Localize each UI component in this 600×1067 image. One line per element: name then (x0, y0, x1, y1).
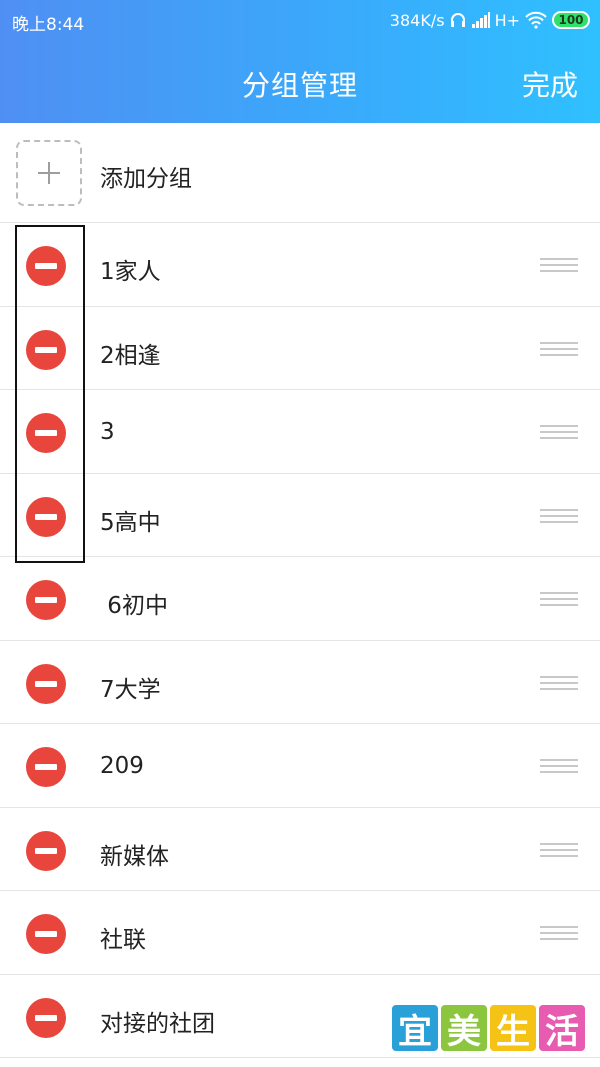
group-row: 5高中 (0, 474, 600, 557)
group-row: 新媒体 (0, 808, 600, 891)
status-bar: 晚上8:44 384K/s H+ 100 (0, 0, 600, 40)
status-icons: 384K/s H+ 100 (390, 9, 590, 31)
done-button[interactable]: 完成 (522, 64, 578, 104)
plus-icon[interactable] (16, 140, 82, 206)
drag-handle-icon[interactable] (540, 425, 578, 439)
group-label: 6初中 (100, 593, 168, 619)
headphones-icon (450, 13, 465, 27)
group-label: 1家人 (100, 259, 161, 285)
drag-handle-icon[interactable] (540, 926, 578, 940)
drag-handle-icon[interactable] (540, 508, 578, 523)
group-row: 209 (0, 724, 600, 808)
group-row: 7大学 (0, 641, 600, 724)
page-title: 分组管理 (241, 69, 358, 102)
network-speed: 384K/s (389, 10, 445, 30)
delete-icon[interactable] (26, 413, 66, 453)
group-label: 5高中 (100, 509, 161, 536)
delete-icon[interactable] (26, 246, 66, 286)
drag-handle-icon[interactable] (540, 341, 578, 356)
watermark-char: 美 (441, 1005, 487, 1052)
group-row: 2相逢 (0, 307, 600, 390)
watermark-logo: 宜 美 生 活 (392, 1005, 585, 1052)
wifi-icon (525, 11, 547, 29)
watermark-char: 活 (539, 1005, 585, 1052)
delete-icon[interactable] (26, 747, 66, 787)
delete-icon[interactable] (26, 496, 66, 537)
group-label: 7大学 (100, 676, 161, 703)
signal-icon (471, 12, 490, 28)
drag-handle-icon[interactable] (540, 759, 578, 773)
group-label: 社联 (100, 927, 146, 953)
delete-icon[interactable] (26, 914, 66, 954)
drag-handle-icon[interactable] (540, 675, 578, 690)
drag-handle-icon[interactable] (540, 592, 578, 606)
delete-icon[interactable] (26, 997, 66, 1038)
add-group-row[interactable]: 添加分组 (0, 123, 600, 223)
watermark-char: 生 (490, 1005, 536, 1052)
battery-icon: 100 (552, 11, 590, 29)
status-time: 晚上8:44 (12, 15, 85, 35)
group-row: 社联 (0, 891, 600, 975)
group-row: 1家人 (0, 223, 600, 307)
group-label: 209 (100, 753, 144, 779)
delete-icon[interactable] (26, 830, 66, 871)
group-list: 添加分组 1家人 2相逢 3 5高中 6初中 7大学 209 新媒体 社联 对接… (0, 123, 600, 1058)
group-label: 3 (100, 419, 115, 445)
delete-icon[interactable] (26, 329, 66, 370)
group-label: 对接的社团 (100, 1010, 215, 1037)
delete-icon[interactable] (26, 663, 66, 704)
header: 晚上8:44 384K/s H+ 100 分组管理 完成 (0, 0, 600, 123)
network-type: H+ (494, 10, 520, 30)
group-label: 新媒体 (100, 843, 169, 870)
group-row: 6初中 (0, 557, 600, 641)
drag-handle-icon[interactable] (540, 258, 578, 272)
group-row: 3 (0, 390, 600, 474)
group-label: 2相逢 (100, 342, 161, 369)
add-group-label: 添加分组 (100, 166, 192, 192)
delete-icon[interactable] (26, 580, 66, 620)
title-bar: 分组管理 完成 (0, 52, 600, 112)
drag-handle-icon[interactable] (540, 842, 578, 857)
watermark-char: 宜 (392, 1005, 438, 1052)
